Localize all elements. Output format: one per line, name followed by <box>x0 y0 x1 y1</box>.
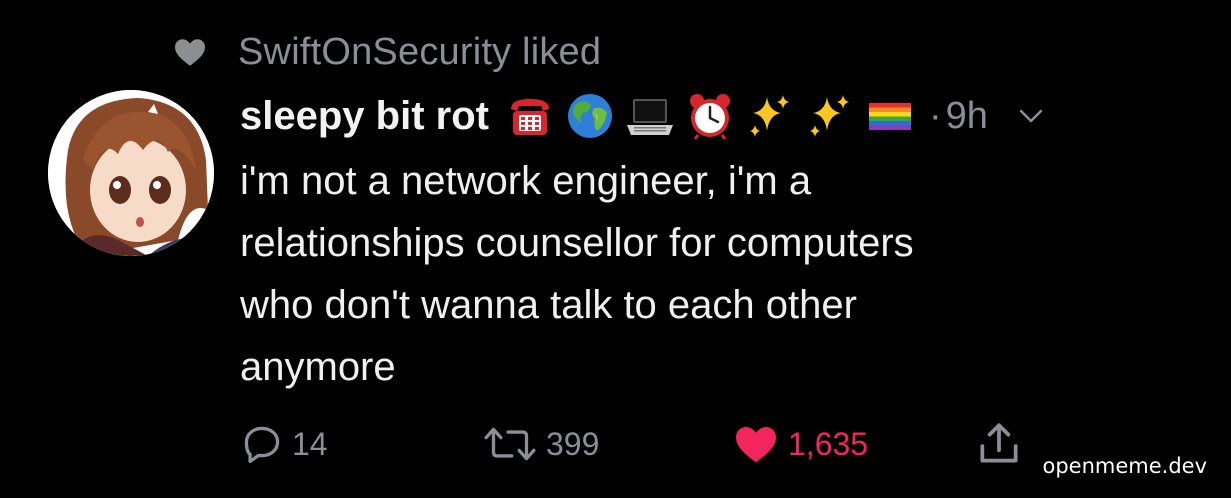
tweet-header: sleepy bit rot · 9h <box>240 88 1046 144</box>
like-count: 1,635 <box>788 425 869 462</box>
share-icon <box>980 423 1018 463</box>
tweet-timestamp[interactable]: 9h <box>946 95 988 138</box>
retweet-count: 399 <box>546 425 600 462</box>
tweet-text: i'm not a network engineer, i'm a relati… <box>240 150 1140 398</box>
sparkles-emoji <box>805 91 855 141</box>
tweet-text-line: anymore <box>240 345 396 389</box>
telephone-emoji <box>505 91 555 141</box>
tweet-text-line: i'm not a network engineer, i'm a <box>240 159 812 203</box>
display-name[interactable]: sleepy bit rot <box>240 94 489 139</box>
tweet-text-line: who don't wanna talk to each other <box>240 283 857 327</box>
reply-button[interactable]: 14 <box>240 418 328 470</box>
watermark: openmeme.dev <box>1042 454 1207 478</box>
retweet-icon <box>484 427 536 461</box>
tweet-separator: · <box>928 94 942 137</box>
rainbow-flag-emoji <box>865 91 915 141</box>
liked-banner: SwiftOnSecurity liked <box>172 28 601 76</box>
chevron-down-icon[interactable] <box>1016 101 1046 131</box>
reply-count: 14 <box>292 425 328 462</box>
liked-banner-text[interactable]: SwiftOnSecurity liked <box>238 31 601 74</box>
tweet-text-line: relationships counsellor for computers <box>240 221 914 265</box>
laptop-emoji <box>625 91 675 141</box>
reply-icon <box>244 426 280 464</box>
heart-filled-icon <box>736 427 776 463</box>
sparkles-emoji <box>745 91 795 141</box>
share-button[interactable] <box>974 418 1024 470</box>
like-button[interactable]: 1,635 <box>732 418 868 470</box>
heart-icon <box>175 39 205 66</box>
avatar[interactable] <box>48 90 214 256</box>
retweet-button[interactable]: 399 <box>482 418 599 470</box>
globe-emoji <box>565 91 615 141</box>
alarm-clock-emoji <box>685 91 735 141</box>
